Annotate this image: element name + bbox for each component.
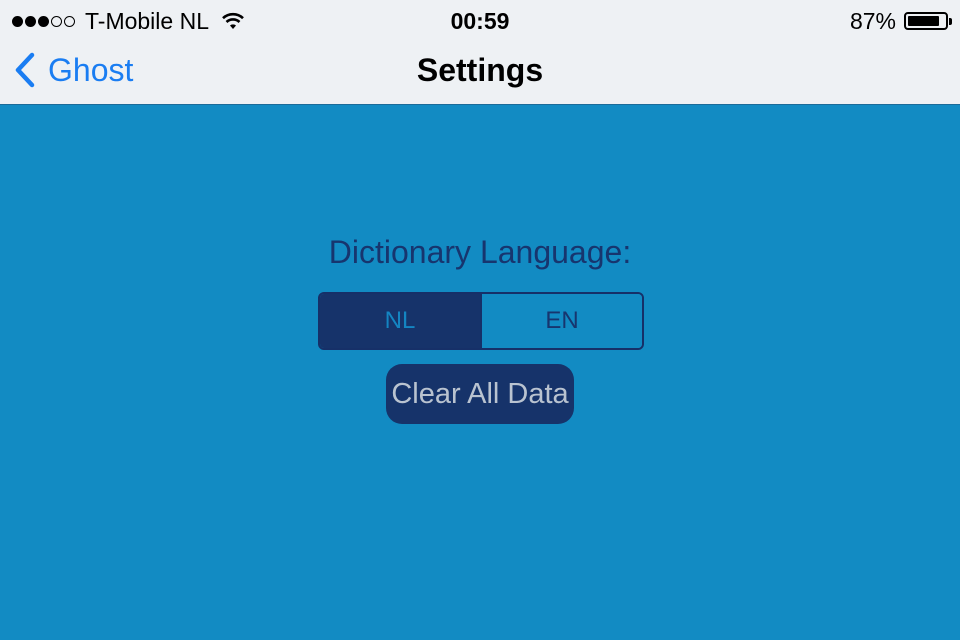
back-button-label: Ghost — [48, 51, 134, 88]
top-bar: T-Mobile NL 00:59 87% Ghost Settings — [0, 0, 960, 105]
battery-icon — [904, 12, 952, 30]
carrier-name: T-Mobile NL — [85, 7, 209, 34]
page-title: Settings — [416, 52, 544, 88]
dictionary-language-label: Dictionary Language: — [328, 234, 632, 270]
signal-strength-icon — [12, 15, 77, 27]
clear-all-data-button[interactable]: Clear All Data — [386, 364, 574, 424]
chevron-left-icon — [15, 52, 35, 88]
status-carrier-group: T-Mobile NL — [12, 6, 245, 36]
signal-dot — [25, 15, 36, 27]
battery-cap — [949, 18, 952, 25]
battery-percent: 87% — [849, 7, 896, 34]
settings-screen: T-Mobile NL 00:59 87% Ghost Settings Dic… — [0, 0, 960, 640]
signal-dot — [38, 15, 49, 27]
language-option-en[interactable]: EN — [480, 294, 642, 348]
status-battery-group: 87% — [849, 6, 952, 36]
language-option-nl[interactable]: NL — [320, 294, 480, 348]
language-segmented-control: NL EN — [318, 292, 644, 350]
signal-dot — [12, 15, 23, 27]
signal-dot — [51, 15, 62, 27]
battery-fill — [908, 16, 940, 26]
back-button[interactable]: Ghost — [14, 50, 133, 90]
wifi-icon — [221, 12, 245, 30]
signal-dot — [64, 15, 75, 27]
